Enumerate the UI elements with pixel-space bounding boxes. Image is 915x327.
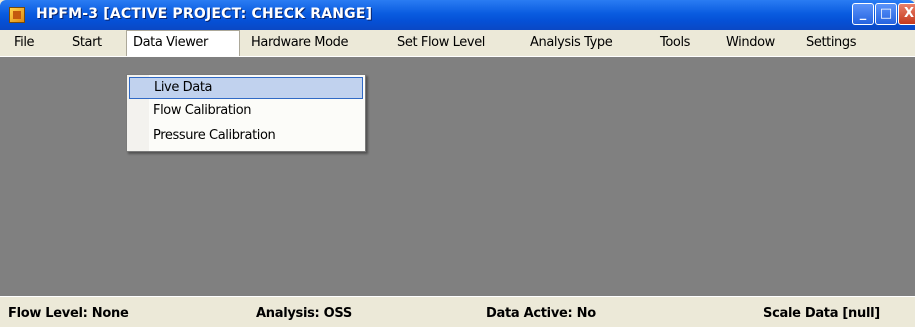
menu-data-viewer[interactable]: Data Viewer [126, 30, 240, 56]
data-viewer-dropdown: Live Data Flow Calibration Pressure Cali… [126, 74, 366, 152]
menu-item-pressure-calibration[interactable]: Pressure Calibration [129, 125, 363, 147]
menu-set-flow-level[interactable]: Set Flow Level [391, 30, 491, 56]
status-flow-level: Flow Level: None [8, 306, 129, 321]
maximize-icon: □ [879, 6, 893, 21]
window-title: HPFM-3 [ACTIVE PROJECT: CHECK RANGE] [36, 6, 373, 22]
menu-settings[interactable]: Settings [800, 30, 862, 56]
status-scale-data: Scale Data [null] [763, 306, 880, 321]
menu-bar: File Start Data Viewer Hardware Mode Set… [0, 30, 915, 57]
minimize-button[interactable]: _ [852, 3, 874, 25]
menu-window[interactable]: Window [720, 30, 781, 56]
menu-hardware-mode[interactable]: Hardware Mode [245, 30, 354, 56]
menu-start[interactable]: Start [66, 30, 108, 56]
status-bar: Flow Level: None Analysis: OSS Data Acti… [0, 296, 915, 327]
title-bar[interactable]: HPFM-3 [ACTIVE PROJECT: CHECK RANGE] _ □… [0, 0, 915, 30]
close-button[interactable]: X [898, 3, 915, 25]
minimize-icon: _ [859, 6, 867, 21]
app-icon[interactable] [9, 7, 25, 23]
menu-analysis-type[interactable]: Analysis Type [524, 30, 618, 56]
menu-tools[interactable]: Tools [654, 30, 696, 56]
close-icon: X [903, 6, 915, 21]
maximize-button[interactable]: □ [875, 3, 897, 25]
status-analysis: Analysis: OSS [256, 306, 352, 321]
menu-item-flow-calibration[interactable]: Flow Calibration [129, 100, 363, 122]
menu-file[interactable]: File [8, 30, 40, 56]
status-data-active: Data Active: No [486, 306, 596, 321]
menu-item-live-data[interactable]: Live Data [129, 77, 363, 99]
